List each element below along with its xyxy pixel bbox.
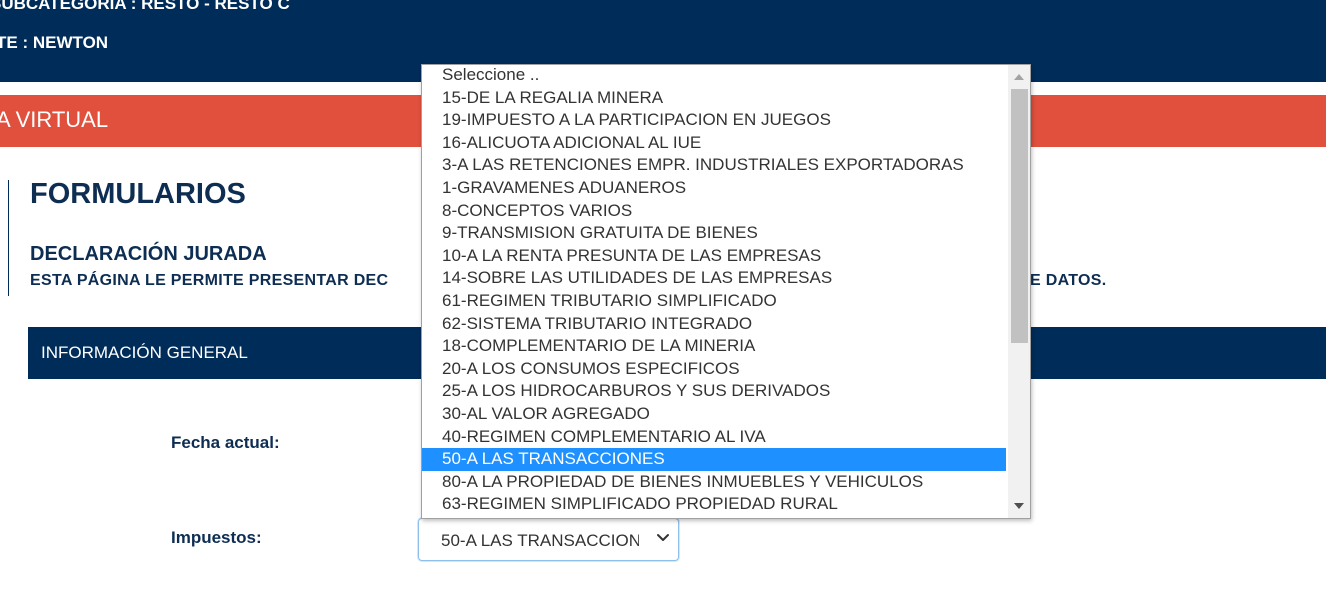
dropdown-option[interactable]: 10-A LA RENTA PRESUNTA DE LAS EMPRESAS <box>422 245 1006 268</box>
scroll-up-arrow-icon[interactable] <box>1008 67 1030 87</box>
dropdown-option[interactable]: 62-SISTEMA TRIBUTARIO INTEGRADO <box>422 313 1006 336</box>
dropdown-option[interactable]: 61-REGIMEN TRIBUTARIO SIMPLIFICADO <box>422 290 1006 313</box>
dropdown-option[interactable]: 20-A LOS CONSUMOS ESPECIFICOS <box>422 358 1006 381</box>
dropdown-option[interactable]: Seleccione .. <box>422 65 1006 87</box>
chevron-down-icon <box>657 534 669 541</box>
dropdown-option[interactable]: 15-DE LA REGALIA MINERA <box>422 87 1006 110</box>
fecha-label: Fecha actual: <box>171 433 280 452</box>
impuestos-select-value: 50-A LAS TRANSACCIONES <box>441 531 639 550</box>
impuestos-dropdown-list[interactable]: Seleccione .. 15-DE LA REGALIA MINERA 19-I… <box>421 64 1031 519</box>
dropdown-scrollbar[interactable] <box>1008 65 1030 518</box>
header-subcategory: SUBCATEGORIA : RESTO - RESTO C <box>0 0 290 13</box>
scroll-down-arrow-icon[interactable] <box>1008 496 1030 516</box>
section-header-label: INFORMACIÓN GENERAL <box>41 343 248 362</box>
dropdown-option[interactable]: 80-A LA PROPIEDAD DE BIENES INMUEBLES Y … <box>422 471 1006 494</box>
banner-label: A VIRTUAL <box>0 107 109 132</box>
page-title: FORMULARIOS <box>30 178 246 210</box>
scrollbar-thumb[interactable] <box>1011 89 1028 343</box>
dropdown-option[interactable]: 30-AL VALOR AGREGADO <box>422 403 1006 426</box>
page-description: ESTA PÁGINA LE PERMITE PRESENTAR DEC <box>30 272 389 289</box>
impuestos-label: Impuestos: <box>171 528 262 547</box>
dropdown-option[interactable]: 19-IMPUESTO A LA PARTICIPACION EN JUEGOS <box>422 109 1006 132</box>
impuestos-select[interactable]: 50-A LAS TRANSACCIONES <box>418 518 679 561</box>
dropdown-option[interactable]: 18-COMPLEMENTARIO DE LA MINERIA <box>422 335 1006 358</box>
page-description-end: E DATOS. <box>1030 272 1107 289</box>
page-subtitle: DECLARACIÓN JURADA <box>30 243 267 265</box>
dropdown-option[interactable]: 9-TRANSMISION GRATUITA DE BIENES <box>422 222 1006 245</box>
dropdown-option[interactable]: 50-A LAS TRANSACCIONES <box>422 448 1006 472</box>
dropdown-option[interactable]: 25-A LOS HIDROCARBUROS Y SUS DERIVADOS <box>422 380 1006 403</box>
dropdown-option[interactable]: 8-CONCEPTOS VARIOS <box>422 200 1006 223</box>
dropdown-option[interactable]: 63-REGIMEN SIMPLIFICADO PROPIEDAD RURAL <box>422 493 1006 516</box>
dropdown-option[interactable]: 40-REGIMEN COMPLEMENTARIO AL IVA <box>422 426 1006 449</box>
header-contributor: TE : NEWTON <box>0 33 109 52</box>
dropdown-option[interactable]: 16-ALICUOTA ADICIONAL AL IUE <box>422 132 1006 155</box>
vertical-divider <box>8 180 9 296</box>
dropdown-option[interactable]: 14-SOBRE LAS UTILIDADES DE LAS EMPRESAS <box>422 267 1006 290</box>
dropdown-option[interactable]: 1-GRAVAMENES ADUANEROS <box>422 177 1006 200</box>
dropdown-option[interactable]: 3-A LAS RETENCIONES EMPR. INDUSTRIALES E… <box>422 154 1006 177</box>
